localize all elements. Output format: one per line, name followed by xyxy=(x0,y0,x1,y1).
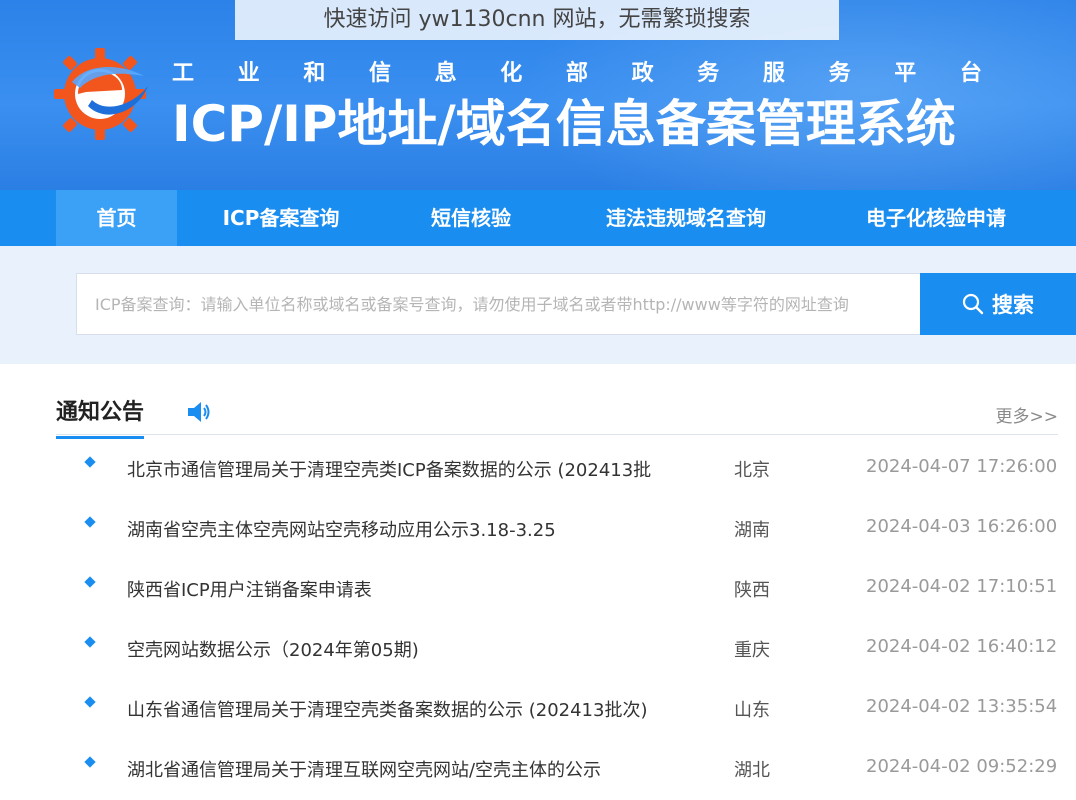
ministry-char: 部 xyxy=(565,61,588,86)
ministry-char: 信 xyxy=(368,61,391,86)
bullet-diamond-icon xyxy=(84,636,96,648)
ministry-char: 工 xyxy=(172,61,195,86)
search-area: 搜索 xyxy=(0,246,1076,364)
ministry-char: 业 xyxy=(237,61,260,86)
ministry-char: 务 xyxy=(697,61,720,86)
overlay-caption: 快速访问 yw1130cnn 网站，无需繁琐搜索 xyxy=(235,0,839,40)
notice-region: 北京 xyxy=(734,460,770,481)
speaker-icon xyxy=(188,402,210,422)
notice-title-link[interactable]: 湖北省通信管理局关于清理互联网空壳网站/空壳主体的公示 xyxy=(127,756,687,782)
ministry-char: 务 xyxy=(828,61,851,86)
main-nav: 首页 ICP备案查询 短信核验 违法违规域名查询 电子化核验申请 xyxy=(0,190,1076,246)
search-input[interactable] xyxy=(76,273,920,335)
bullet-diamond-icon xyxy=(84,756,96,768)
nav-item-illegal-domain-query[interactable]: 违法违规域名查询 xyxy=(578,190,794,246)
ministry-char: 台 xyxy=(959,61,982,86)
notice-title-link[interactable]: 陕西省ICP用户注销备案申请表 xyxy=(127,576,687,602)
notice-region: 重庆 xyxy=(734,640,770,661)
notice-region: 山东 xyxy=(734,700,770,721)
nav-item-electronic-verify[interactable]: 电子化核验申请 xyxy=(838,190,1034,246)
ministry-char: 服 xyxy=(762,61,785,86)
notice-row: 空壳网站数据公示（2024年第05期) 重庆 2024-04-02 16:40:… xyxy=(0,618,1076,678)
notice-row: 山东省通信管理局关于清理空壳类备案数据的公示 (202413批次) 山东 202… xyxy=(0,678,1076,738)
notice-header: 通知公告 更多>> xyxy=(56,386,1059,439)
bullet-diamond-icon xyxy=(84,516,96,528)
notice-title-link[interactable]: 山东省通信管理局关于清理空壳类备案数据的公示 (202413批次) xyxy=(127,696,687,722)
notice-row: 北京市通信管理局关于清理空壳类ICP备案数据的公示 (202413批 北京 20… xyxy=(0,438,1076,498)
gear-e-logo-icon xyxy=(54,48,148,140)
search-button-label: 搜索 xyxy=(992,293,1034,317)
notice-date: 2024-04-02 16:40:12 xyxy=(866,636,1058,657)
notice-title-link[interactable]: 空壳网站数据公示（2024年第05期) xyxy=(127,636,687,662)
bullet-diamond-icon xyxy=(84,456,96,468)
notice-date: 2024-04-03 16:26:00 xyxy=(866,516,1058,537)
notice-row: 陕西省ICP用户注销备案申请表 陕西 2024-04-02 17:10:51 xyxy=(0,558,1076,618)
notice-region: 陕西 xyxy=(734,580,770,601)
system-title: ICP/IP地址/域名信息备案管理系统 xyxy=(172,95,956,153)
notice-title-link[interactable]: 北京市通信管理局关于清理空壳类ICP备案数据的公示 (202413批 xyxy=(127,456,687,482)
ministry-char: 平 xyxy=(894,61,917,86)
nav-item-sms-verify[interactable]: 短信核验 xyxy=(406,190,536,246)
notice-row: 湖北省通信管理局关于清理互联网空壳网站/空壳主体的公示 湖北 2024-04-0… xyxy=(0,738,1076,798)
notice-date: 2024-04-02 09:52:29 xyxy=(866,756,1058,777)
ministry-char: 和 xyxy=(303,61,326,86)
notice-date: 2024-04-02 13:35:54 xyxy=(866,696,1058,717)
notice-date: 2024-04-02 17:10:51 xyxy=(866,576,1058,597)
search-icon xyxy=(962,293,984,315)
nav-item-home[interactable]: 首页 xyxy=(56,190,177,246)
bullet-diamond-icon xyxy=(84,576,96,588)
search-button[interactable]: 搜索 xyxy=(920,273,1076,335)
bullet-diamond-icon xyxy=(84,696,96,708)
notice-title: 通知公告 xyxy=(56,394,145,439)
notice-region: 湖南 xyxy=(734,520,770,541)
nav-item-icp-query[interactable]: ICP备案查询 xyxy=(196,190,366,246)
ministry-char: 息 xyxy=(434,61,457,86)
ministry-char: 政 xyxy=(631,61,654,86)
notice-region: 湖北 xyxy=(734,760,770,781)
notice-date: 2024-04-07 17:26:00 xyxy=(866,456,1058,477)
ministry-char: 化 xyxy=(500,61,523,86)
notice-title-link[interactable]: 湖南省空壳主体空壳网站空壳移动应用公示3.18-3.25 xyxy=(127,516,687,542)
ministry-name: 工业和信息化部政务服务平台 xyxy=(172,55,982,87)
more-link[interactable]: 更多>> xyxy=(996,402,1059,427)
notice-row: 湖南省空壳主体空壳网站空壳移动应用公示3.18-3.25 湖南 2024-04-… xyxy=(0,498,1076,558)
